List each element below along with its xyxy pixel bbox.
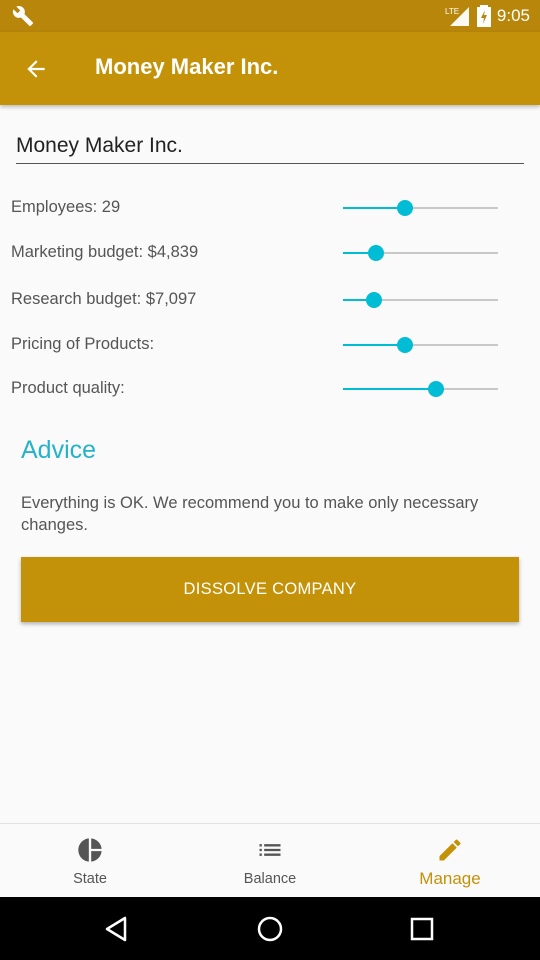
wrench-icon xyxy=(12,6,34,27)
slider-fill xyxy=(343,207,405,209)
nav-item-balance[interactable]: Balance xyxy=(180,824,360,897)
status-bar: LTE 9:05 xyxy=(0,0,540,32)
setting-row-employees: Employees: 29 xyxy=(0,193,540,223)
slider-thumb[interactable] xyxy=(366,292,382,308)
dissolve-company-button[interactable]: DISSOLVE COMPANY xyxy=(21,557,519,622)
employees-label: Employees: 29 xyxy=(11,198,121,216)
advice-text: Everything is OK. We recommend you to ma… xyxy=(21,494,479,534)
nav-label-state: State xyxy=(73,871,107,887)
pricing-slider[interactable] xyxy=(343,337,498,353)
slider-fill xyxy=(343,344,405,346)
pricing-label: Pricing of Products: xyxy=(11,335,155,353)
back-triangle-icon[interactable] xyxy=(101,913,133,945)
slider-thumb[interactable] xyxy=(397,337,413,353)
company-name-input[interactable] xyxy=(16,128,524,164)
nav-item-manage[interactable]: Manage xyxy=(360,824,540,897)
slider-fill xyxy=(343,388,436,390)
slider-thumb[interactable] xyxy=(428,381,444,397)
svg-text:LTE: LTE xyxy=(445,7,459,16)
product-quality-label: Product quality: xyxy=(11,379,125,397)
setting-row-marketing: Marketing budget: $4,839 xyxy=(0,238,540,268)
research-budget-label: Research budget: $7,097 xyxy=(11,290,197,308)
pencil-icon xyxy=(439,839,461,861)
nav-label-balance: Balance xyxy=(243,871,297,887)
research-budget-slider[interactable] xyxy=(343,292,498,308)
setting-row-quality: Product quality: xyxy=(0,374,540,404)
setting-row-research: Research budget: $7,097 xyxy=(0,285,540,315)
arrow-back-icon[interactable] xyxy=(22,56,50,82)
advice-heading: Advice xyxy=(21,436,97,464)
pie-chart-icon xyxy=(78,838,102,862)
slider-thumb[interactable] xyxy=(367,245,384,261)
signal-icon: LTE xyxy=(445,7,469,26)
list-icon xyxy=(259,844,281,856)
nav-item-state[interactable]: State xyxy=(0,824,180,897)
marketing-budget-slider[interactable] xyxy=(343,245,498,261)
status-time: 9:05 xyxy=(496,6,530,25)
product-quality-slider[interactable] xyxy=(343,381,498,397)
app-bar: Money Maker Inc. xyxy=(0,32,540,105)
system-navigation-bar xyxy=(0,897,540,960)
home-circle-icon[interactable] xyxy=(254,913,286,945)
bottom-navigation: State Balance Manage xyxy=(0,823,540,897)
nav-label-manage: Manage xyxy=(419,869,481,888)
setting-row-pricing: Pricing of Products: xyxy=(0,330,540,360)
recents-square-icon[interactable] xyxy=(406,913,438,945)
battery-icon xyxy=(476,5,491,27)
marketing-budget-label: Marketing budget: $4,839 xyxy=(11,243,199,261)
page-title: Money Maker Inc. xyxy=(95,54,279,79)
slider-thumb[interactable] xyxy=(397,200,413,216)
employees-slider[interactable] xyxy=(343,200,498,216)
